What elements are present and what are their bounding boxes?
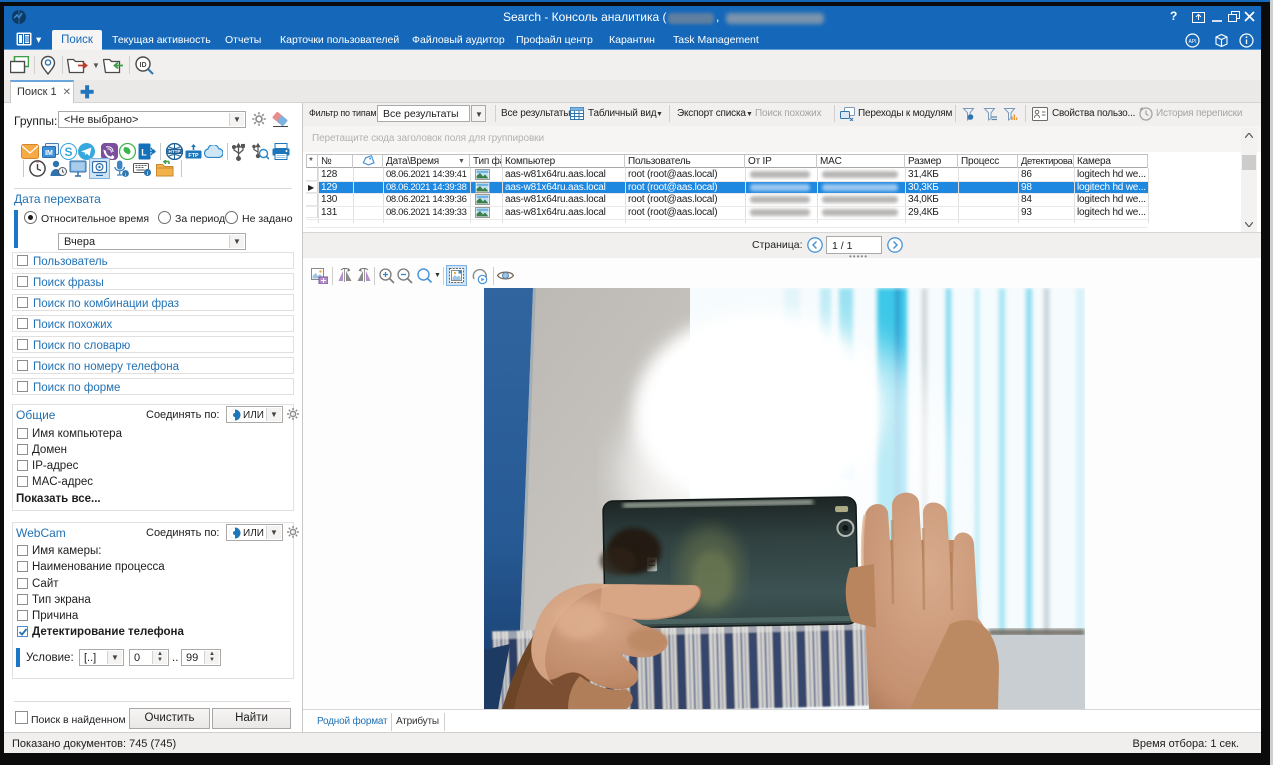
svg-text:HTTP: HTTP: [169, 149, 181, 154]
svg-text:API: API: [1188, 39, 1196, 45]
svg-text:L: L: [141, 148, 147, 158]
svg-text:S: S: [64, 145, 72, 159]
svg-text:IM: IM: [45, 150, 53, 157]
svg-text:FTP: FTP: [188, 153, 199, 159]
svg-text:ID: ID: [140, 62, 147, 69]
